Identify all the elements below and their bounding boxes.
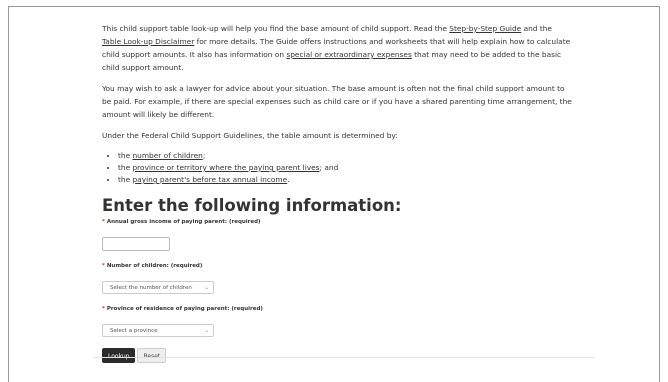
step-by-step-guide-link[interactable]: Step-by-Step Guide (449, 24, 521, 33)
form-heading: Enter the following information: (102, 196, 402, 215)
chevron-down-icon: ⌄ (204, 327, 209, 334)
income-field-group: * Annual gross income of paying parent: … (102, 218, 572, 251)
list-item-suffix: . (287, 175, 290, 184)
province-label-text: Province of residence of paying parent: … (106, 305, 263, 312)
list-item-prefix: the (118, 151, 133, 160)
list-item-prefix: the (118, 163, 133, 172)
children-label: * Number of children: (required) (102, 262, 572, 270)
income-input[interactable] (102, 236, 170, 251)
children-field-group: * Number of children: (required) Select … (102, 262, 572, 294)
required-marker: * (102, 305, 105, 312)
table-lookup-disclaimer-link[interactable]: Table Look-up Disclaimer (102, 37, 194, 46)
income-label-text: Annual gross income of paying parent: (r… (106, 219, 261, 225)
children-select[interactable]: Select the number of children ⌄ (102, 280, 214, 294)
chevron-down-icon: ⌄ (204, 284, 209, 291)
intro-text-2: and the (521, 24, 552, 33)
children-label-text: Number of children: (required) (106, 262, 203, 269)
list-item: the number of children; (118, 150, 572, 162)
guidelines-paragraph: Under the Federal Child Support Guidelin… (102, 131, 398, 140)
list-item: the province or territory where the payi… (118, 162, 572, 174)
reset-button[interactable]: Reset (137, 347, 167, 363)
list-item-suffix: ; (202, 151, 206, 160)
province-territory-link[interactable]: province or territory where the paying p… (132, 163, 319, 172)
number-of-children-link[interactable]: number of children (132, 151, 202, 160)
intro-text-1: This child support table look-up will he… (102, 24, 450, 33)
divider (94, 357, 594, 358)
province-label: * Province of residence of paying parent… (102, 305, 572, 313)
province-select-value: Select a province (110, 327, 158, 334)
children-select-value: Select the number of children (110, 284, 192, 291)
province-select[interactable]: Select a province ⌄ (102, 323, 214, 337)
list-item-prefix: the (118, 175, 133, 184)
special-expenses-link[interactable]: special or extraordinary expenses (286, 50, 411, 59)
lawyer-advice-paragraph: You may wish to ask a lawyer for advice … (102, 84, 572, 119)
income-label: * Annual gross income of paying parent: … (102, 218, 572, 226)
list-item: the paying parent's before tax annual in… (118, 174, 572, 186)
list-item-suffix: ; and (319, 163, 339, 172)
required-marker: * (102, 262, 105, 269)
main-content: This child support table look-up will he… (102, 22, 572, 367)
determinants-list: the number of children; the province or … (102, 150, 572, 186)
intro-paragraph: This child support table look-up will he… (102, 22, 572, 74)
required-marker: * (102, 219, 105, 225)
province-field-group: * Province of residence of paying parent… (102, 305, 572, 337)
lookup-button[interactable]: Lookup (102, 347, 136, 363)
paying-parent-income-link[interactable]: paying parent's before tax annual income (132, 175, 287, 184)
